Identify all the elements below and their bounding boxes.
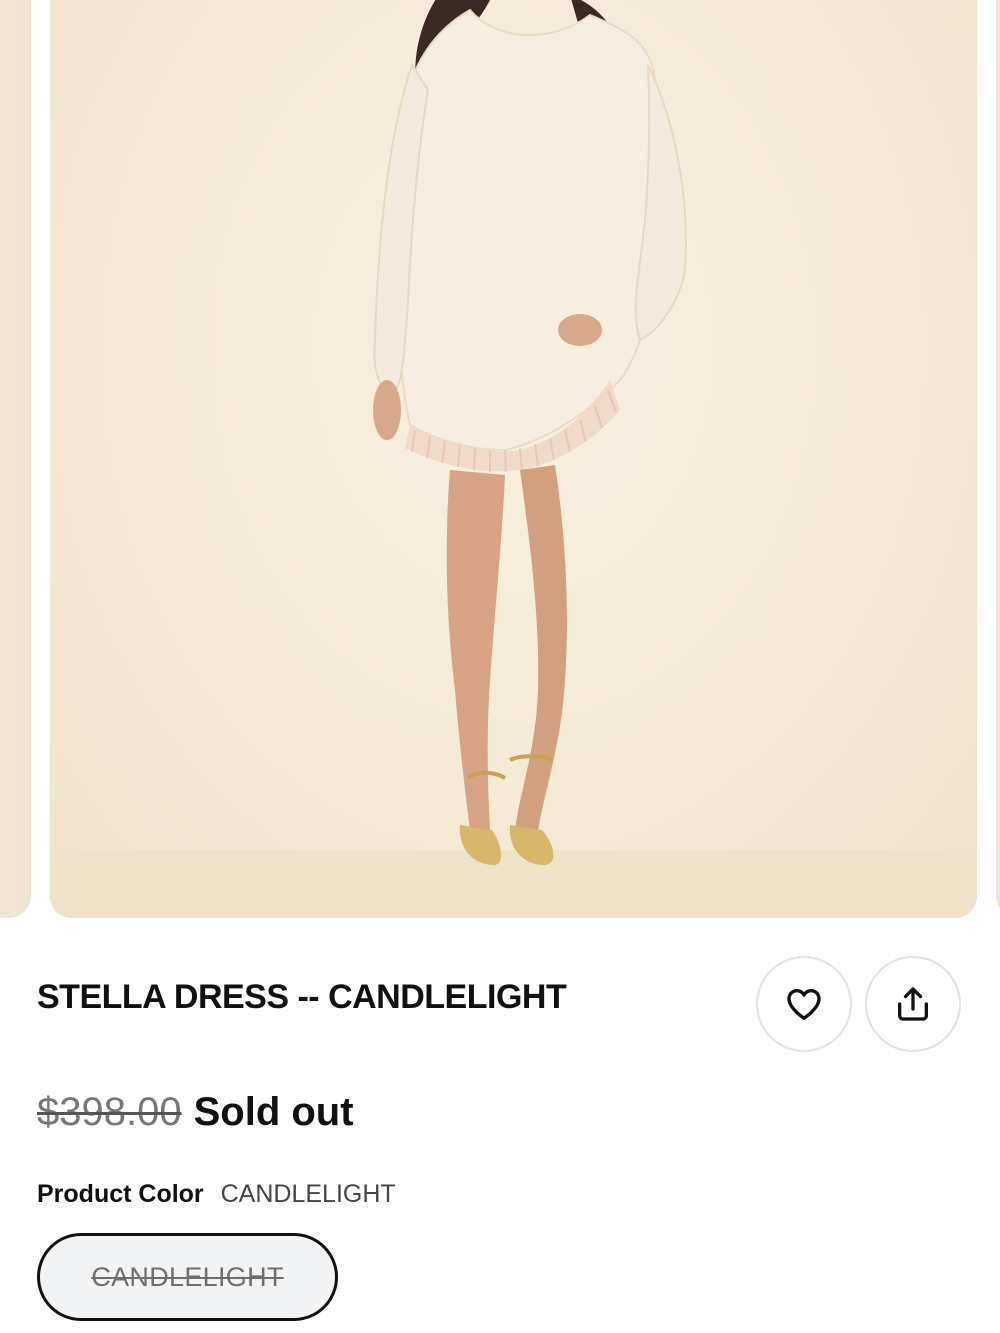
- product-title: STELLA DRESS -- CANDLELIGHT: [37, 978, 567, 1016]
- product-color-value: CANDLELIGHT: [220, 1180, 396, 1208]
- model-photo: [50, 0, 977, 918]
- product-page: STELLA DRESS -- CANDLELIGHT $398.00 Sold…: [0, 0, 1000, 1333]
- favorite-button[interactable]: [756, 956, 852, 1052]
- color-swatch-candlelight[interactable]: CANDLELIGHT: [37, 1233, 338, 1321]
- heart-icon: [787, 989, 821, 1020]
- product-color-row: Product Color CANDLELIGHT: [37, 1180, 396, 1209]
- carousel-next-image[interactable]: [996, 0, 1000, 918]
- product-color-label: Product Color: [37, 1180, 204, 1208]
- original-price: $398.00: [37, 1090, 182, 1134]
- share-icon: [898, 987, 928, 1021]
- carousel-previous-image[interactable]: [0, 0, 31, 918]
- image-carousel[interactable]: [0, 0, 1000, 920]
- share-button[interactable]: [865, 956, 961, 1052]
- price-row: $398.00 Sold out: [37, 1090, 354, 1135]
- sold-out-label: Sold out: [193, 1090, 354, 1134]
- product-main-image[interactable]: [50, 0, 977, 918]
